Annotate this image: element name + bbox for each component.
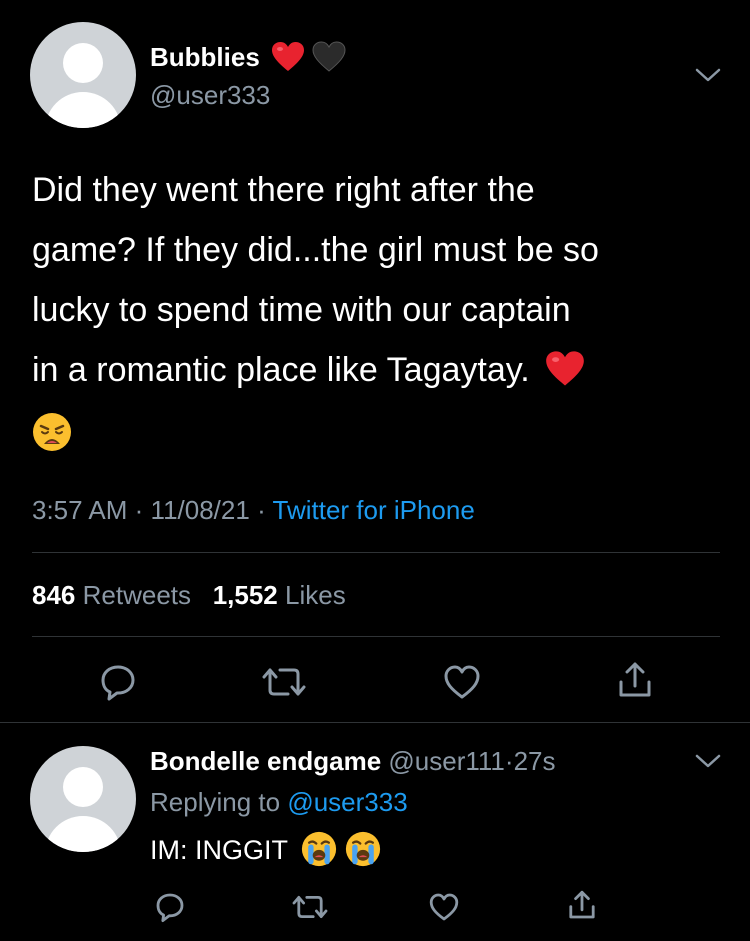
reply-icon[interactable] — [154, 891, 186, 923]
tweet-text-line — [32, 400, 722, 460]
tweet-metadata: 3:57 AM · 11/08/21 · Twitter for iPhone — [32, 495, 475, 525]
chevron-down-icon[interactable] — [694, 66, 722, 84]
weary-face-emoji — [33, 413, 71, 452]
reply-author-line[interactable]: Bondelle endgame @user111·27s — [150, 746, 555, 777]
tweet-text: Did they went there right after the game… — [32, 160, 722, 460]
tweet-text-line: lucky to spend time with our captain — [32, 291, 571, 329]
share-icon[interactable] — [615, 660, 655, 700]
chevron-down-icon[interactable] — [694, 752, 722, 770]
tweet-text-line: in a romantic place like Tagaytay. — [32, 340, 722, 400]
tweet-date[interactable]: 11/08/21 — [151, 495, 250, 525]
like-icon[interactable] — [442, 662, 482, 702]
like-icon[interactable] — [428, 891, 460, 923]
divider — [32, 636, 720, 637]
author-name[interactable]: Bubblies — [150, 41, 346, 73]
avatar[interactable] — [30, 22, 136, 128]
tweet-source-link[interactable]: Twitter for iPhone — [273, 495, 475, 525]
black-heart-emoji — [312, 41, 346, 72]
loudly-crying-face-emoji — [301, 831, 337, 866]
red-heart-emoji — [546, 351, 584, 386]
reply-time: 27s — [513, 746, 556, 776]
reply-avatar[interactable] — [30, 746, 136, 852]
red-heart-emoji — [272, 42, 305, 72]
tweet-text-line: Did they went there right after the — [32, 171, 535, 209]
loudly-crying-face-emoji — [345, 831, 380, 866]
reply-author-name[interactable]: Bondelle endgame — [150, 746, 381, 776]
reply-icon[interactable] — [98, 662, 138, 702]
retweet-icon[interactable] — [292, 891, 328, 923]
author-handle[interactable]: @user333 — [150, 80, 270, 111]
reply-text: IM: INGGIT — [150, 830, 381, 870]
replying-to: Replying to @user333 — [150, 787, 408, 817]
divider — [0, 722, 750, 723]
reply-author-handle[interactable]: @user111 — [388, 746, 505, 776]
likes-stat[interactable]: 1,552 Likes — [213, 580, 346, 610]
divider — [32, 552, 720, 553]
retweet-icon[interactable] — [262, 662, 306, 702]
retweets-stat[interactable]: 846 Retweets — [32, 580, 191, 610]
tweet-text-line: game? If they did...the girl must be so — [32, 231, 599, 269]
replying-to-mention[interactable]: @user333 — [287, 787, 407, 817]
tweet-time[interactable]: 3:57 AM — [32, 495, 127, 525]
share-icon[interactable] — [566, 889, 598, 921]
engagement-counts: 846 Retweets 1,552 Likes — [32, 580, 346, 611]
